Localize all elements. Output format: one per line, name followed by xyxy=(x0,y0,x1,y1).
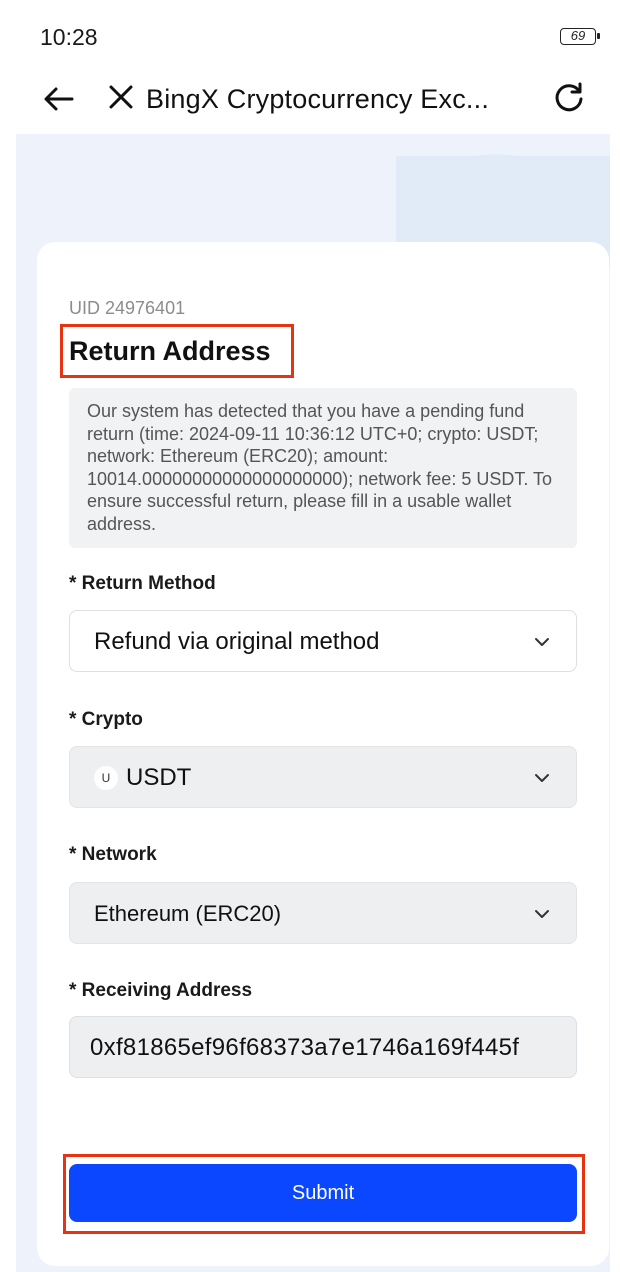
chevron-down-icon xyxy=(535,774,549,782)
network-value: Ethereum (ERC20) xyxy=(94,901,282,926)
phone-screen: 10:28 69 BingX Cryptocurrency Exc... UID… xyxy=(16,6,610,1272)
crypto-select[interactable]: U USDT xyxy=(69,746,577,808)
status-time: 10:28 xyxy=(40,24,98,50)
submit-button[interactable]: Submit xyxy=(69,1164,577,1222)
chevron-down-icon xyxy=(535,638,549,646)
uid-label: UID 24976401 xyxy=(69,298,186,318)
close-icon[interactable] xyxy=(106,82,136,112)
return-address-form: UID 24976401 Return Address Our system h… xyxy=(37,242,609,1266)
crypto-label: * Crypto xyxy=(69,709,143,730)
return-method-value: Refund via original method xyxy=(94,628,380,655)
network-select[interactable]: Ethereum (ERC20) xyxy=(69,882,577,944)
receiving-address-label: * Receiving Address xyxy=(69,980,253,1001)
return-method-label: * Return Method xyxy=(69,573,216,594)
back-arrow-icon[interactable] xyxy=(42,82,76,116)
refresh-icon[interactable] xyxy=(552,80,586,114)
chevron-down-icon xyxy=(535,910,549,918)
return-method-select[interactable]: Refund via original method xyxy=(69,610,577,672)
receiving-address-value: 0xf81865ef96f68373a7e1746a169f445f xyxy=(90,1034,520,1061)
page-title: BingX Cryptocurrency Exc... xyxy=(146,84,490,114)
form-title: Return Address xyxy=(69,336,271,366)
status-bar: 10:28 69 xyxy=(16,6,610,62)
receiving-address-input[interactable]: 0xf81865ef96f68373a7e1746a169f445f xyxy=(69,1016,577,1078)
nav-bar: BingX Cryptocurrency Exc... xyxy=(16,62,610,134)
network-label: * Network xyxy=(69,844,157,865)
crypto-value: USDT xyxy=(126,764,192,791)
battery-icon: 69 xyxy=(560,28,600,45)
notice-text: Our system has detected that you have a … xyxy=(87,401,553,534)
usdt-coin-icon: U xyxy=(94,766,118,790)
pending-return-notice: Our system has detected that you have a … xyxy=(69,388,577,548)
